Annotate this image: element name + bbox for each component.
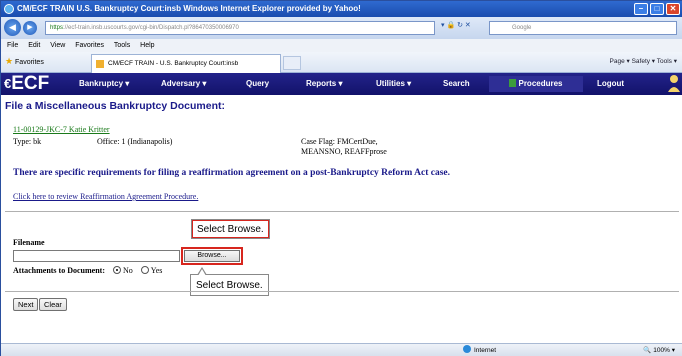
page-title: File a Miscellaneous Bankruptcy Document… (5, 100, 225, 112)
new-tab-button[interactable] (283, 56, 301, 70)
zone-label: Internet (474, 347, 497, 354)
command-bar[interactable]: Page ▾ Safety ▾ Tools ▾ (610, 57, 677, 65)
filename-label: Filename (13, 238, 45, 247)
attach-yes-label: Yes (150, 266, 163, 275)
ecf-logo[interactable]: €ECF (4, 74, 49, 94)
reaffirmation-procedure-link[interactable]: Click here to review Reaffirmation Agree… (13, 192, 198, 201)
menu-search[interactable]: Search (443, 73, 470, 95)
ecf-menu-bar: €ECF Bankruptcy ▾ Adversary ▾ Query Repo… (1, 73, 682, 95)
reaffirmation-warning: There are specific requirements for fili… (13, 168, 451, 178)
browse-highlight (181, 247, 243, 265)
url-field[interactable]: https://ecf-train.insb.uscourts.gov/cgi-… (45, 21, 435, 35)
case-type: Type: bk (13, 137, 42, 146)
refresh-stop-icons[interactable]: ▾ 🔒 ↻ ✕ (441, 21, 471, 29)
page-icon (96, 60, 104, 68)
menu-query[interactable]: Query (246, 73, 269, 95)
url-host: ://ecf-train.insb.uscourts.gov/ (63, 25, 140, 31)
tutorial-callout-top: Select Browse. (191, 219, 270, 239)
divider (5, 211, 679, 212)
case-link[interactable]: 11-00129-JKC-7 Katie Kritter (13, 125, 110, 134)
menu-favorites[interactable]: Favorites (75, 42, 104, 49)
attach-yes-radio[interactable] (140, 266, 149, 274)
tutorial-callout-bottom: Select Browse. (190, 267, 269, 296)
menu-bankruptcy[interactable]: Bankruptcy ▾ (79, 73, 129, 95)
title-bar: CM/ECF TRAIN U.S. Bankruptcy Court:insb … (1, 1, 682, 17)
browser-tab[interactable]: CM/ECF TRAIN - U.S. Bankruptcy Court:ins… (91, 54, 281, 73)
security-zone: Internet (463, 344, 496, 356)
menu-adversary[interactable]: Adversary ▾ (161, 73, 206, 95)
maximize-button[interactable]: □ (650, 3, 664, 15)
clear-button[interactable]: Clear (39, 298, 67, 311)
menu-file[interactable]: File (7, 42, 18, 49)
browser-window: CM/ECF TRAIN U.S. Bankruptcy Court:insb … (0, 0, 682, 356)
menu-reports[interactable]: Reports ▾ (306, 73, 342, 95)
page-content: €ECF Bankruptcy ▾ Adversary ▾ Query Repo… (1, 73, 682, 343)
back-icon[interactable]: ◀ (4, 19, 21, 36)
zoom-icon: 🔍 (643, 347, 654, 354)
zoom-control[interactable]: 🔍 100% ▾ (643, 344, 675, 356)
divider (5, 291, 679, 292)
menu-tools[interactable]: Tools (114, 42, 130, 49)
book-icon (509, 79, 517, 87)
menu-view[interactable]: View (50, 42, 65, 49)
ie-icon (4, 4, 14, 14)
procedures-button[interactable]: Procedures (489, 76, 583, 92)
attachments-label: Attachments to Document: (13, 266, 105, 275)
tab-title: CM/ECF TRAIN - U.S. Bankruptcy Court:ins… (108, 60, 239, 67)
forward-icon[interactable]: ▶ (23, 21, 37, 35)
favorites-bar: ★ Favorites CM/ECF TRAIN - U.S. Bankrupt… (1, 52, 682, 73)
menu-help[interactable]: Help (140, 42, 154, 49)
case-office: Office: 1 (Indianapolis) (97, 137, 173, 146)
url-path: cgi-bin/Dispatch.pl?86470350006970 (139, 25, 239, 31)
favorites-label: Favorites (15, 59, 44, 66)
logo-text: ECF (11, 73, 50, 94)
minimize-button[interactable]: – (634, 3, 648, 15)
address-bar: ◀ ▶ https://ecf-train.insb.uscourts.gov/… (1, 17, 682, 39)
menu-bar: File Edit View Favorites Tools Help (1, 39, 682, 52)
attach-no-radio[interactable] (112, 266, 121, 274)
menu-logout[interactable]: Logout (597, 73, 624, 95)
globe-icon (463, 345, 471, 353)
attach-no-label: No (122, 266, 133, 275)
close-button[interactable]: ✕ (666, 3, 680, 15)
url-scheme: https (50, 25, 64, 31)
user-icon (668, 75, 680, 92)
zoom-level: 100% (653, 347, 670, 354)
case-flag-line2: MEANSNO, REAFFprose (301, 147, 387, 156)
status-bar: Internet 🔍 100% ▾ (1, 343, 682, 356)
filename-input[interactable] (13, 250, 180, 262)
case-flag-line1: Case Flag: FMCertDue, (301, 137, 378, 146)
window-title: CM/ECF TRAIN U.S. Bankruptcy Court:insb … (17, 4, 361, 13)
search-input[interactable]: Google (489, 21, 677, 35)
menu-edit[interactable]: Edit (28, 42, 40, 49)
attachments-row: Attachments to Document: No Yes (13, 266, 162, 275)
star-icon: ★ (5, 56, 14, 66)
menu-utilities[interactable]: Utilities ▾ (376, 73, 411, 95)
next-button[interactable]: Next (13, 298, 39, 311)
favorites-button[interactable]: ★ Favorites (5, 56, 44, 67)
procedures-label: Procedures (518, 79, 563, 88)
